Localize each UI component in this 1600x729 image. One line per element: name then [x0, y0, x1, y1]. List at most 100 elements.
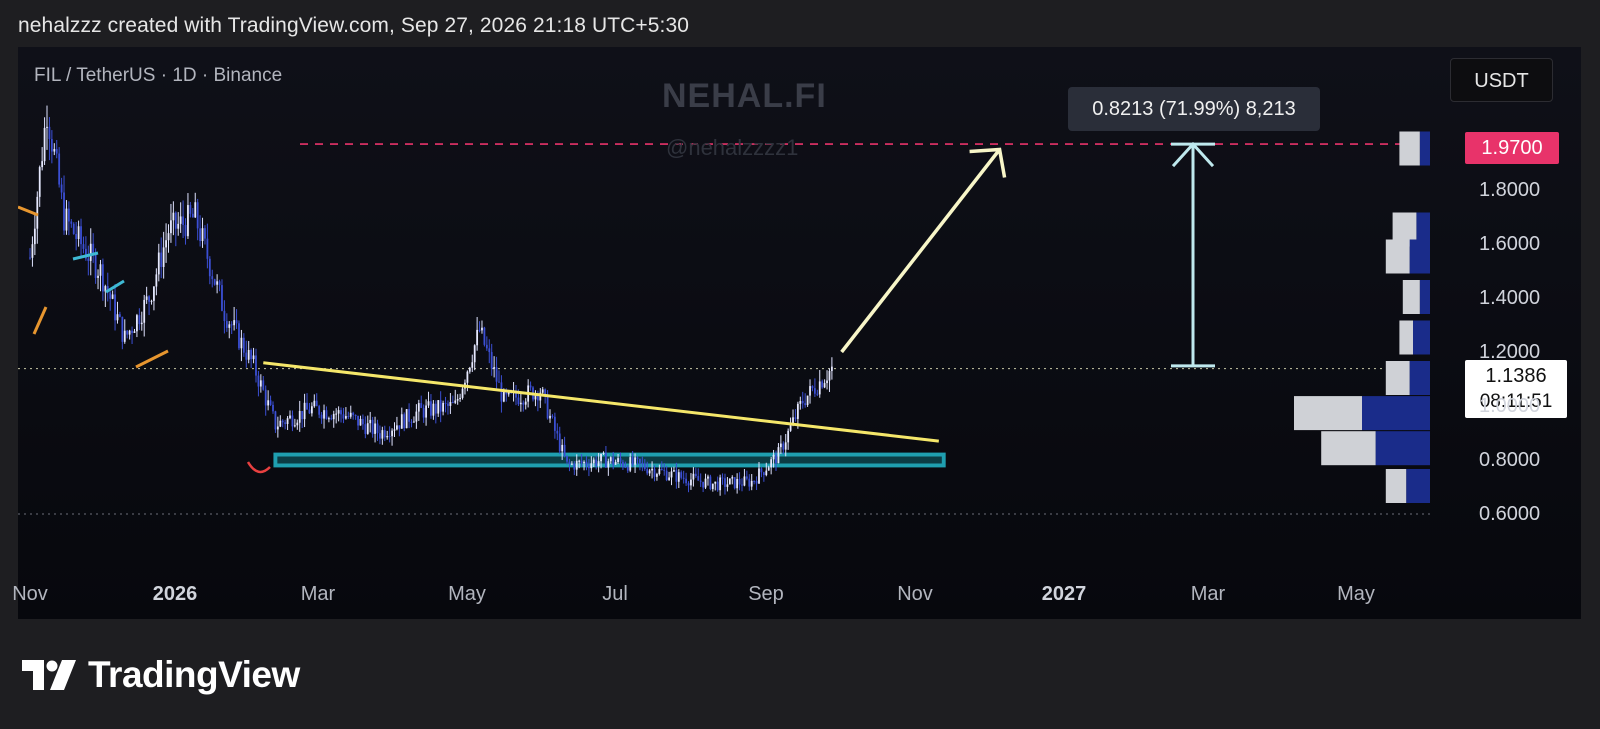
- candle-body: [323, 410, 325, 419]
- candle-body: [87, 258, 90, 261]
- volume-profile-bar-down: [1419, 131, 1430, 166]
- footer-brand: TradingView: [88, 654, 300, 695]
- candle-body: [524, 401, 527, 405]
- candle-body: [636, 457, 639, 459]
- candle-body: [172, 212, 175, 221]
- volume-profile-bar-up: [1402, 280, 1420, 314]
- time-axis-label[interactable]: Mar: [301, 583, 335, 606]
- candle-body: [719, 477, 722, 491]
- candle-body: [799, 401, 802, 404]
- candle-body: [72, 223, 75, 234]
- candle-body: [162, 247, 165, 267]
- candle-body: [308, 409, 311, 414]
- candle-body: [755, 481, 758, 484]
- candle-body: [174, 212, 177, 229]
- candle-body: [809, 386, 811, 396]
- candle-body: [558, 433, 561, 452]
- candle-body: [357, 415, 359, 426]
- candle-body: [451, 402, 454, 404]
- price-axis-label[interactable]: 0.8000: [1479, 449, 1540, 472]
- candle-body: [714, 481, 717, 484]
- price-axis-label[interactable]: 1.0000: [1479, 395, 1540, 418]
- candle-body: [670, 471, 673, 478]
- tradingview-logo[interactable]: TradingView: [22, 654, 300, 695]
- candle-body: [653, 468, 656, 477]
- price-axis-label[interactable]: 0.6000: [1479, 503, 1540, 526]
- candle-body: [240, 337, 243, 349]
- candle-body: [726, 484, 729, 487]
- candle-body: [488, 348, 491, 353]
- candle-body: [128, 330, 131, 335]
- candle-body: [590, 463, 593, 469]
- candle-body: [750, 480, 753, 487]
- currency-button[interactable]: USDT: [1450, 58, 1553, 102]
- candle-body: [709, 476, 712, 490]
- price-chart[interactable]: [18, 47, 1581, 619]
- candle-body: [398, 425, 401, 429]
- candle-body: [133, 331, 136, 333]
- candle-body: [36, 196, 39, 229]
- candle-body: [298, 410, 301, 423]
- candle-body: [279, 420, 282, 427]
- time-axis-label[interactable]: Jul: [602, 583, 628, 606]
- candle-body: [716, 481, 719, 491]
- candle-body: [663, 469, 666, 471]
- price-axis-label[interactable]: 1.4000: [1479, 287, 1540, 310]
- candle-body: [493, 367, 496, 369]
- candle-body: [247, 350, 250, 360]
- candle-body: [58, 153, 61, 185]
- candle-body: [184, 224, 187, 237]
- time-axis-label[interactable]: May: [448, 583, 486, 606]
- candle-body: [702, 481, 705, 488]
- candle-body: [673, 470, 675, 472]
- price-axis-label[interactable]: 1.8000: [1479, 179, 1540, 202]
- price-axis-label[interactable]: 1.2000: [1479, 341, 1540, 364]
- candle-body: [267, 400, 270, 406]
- time-axis-label[interactable]: May: [1337, 583, 1375, 606]
- time-axis-label[interactable]: 2026: [153, 583, 198, 606]
- candle-body: [553, 416, 556, 431]
- candle-body: [145, 296, 148, 300]
- candle-body: [796, 403, 799, 419]
- candle-body: [349, 412, 352, 417]
- candle-body: [221, 285, 223, 311]
- tradingview-logo-icon: [22, 660, 76, 690]
- price-axis-label[interactable]: 1.6000: [1479, 233, 1540, 256]
- candle-body: [296, 422, 299, 426]
- time-axis-label[interactable]: Nov: [897, 583, 933, 606]
- swing-marker: [18, 205, 39, 217]
- candle-body: [568, 461, 571, 464]
- candle-body: [77, 226, 80, 239]
- candle-body: [230, 324, 233, 326]
- candle-body: [420, 403, 423, 408]
- candle-body: [770, 459, 773, 468]
- candle-body: [306, 402, 308, 410]
- candle-body: [123, 330, 126, 342]
- candle-body: [772, 454, 775, 460]
- chart-panel[interactable]: FIL / TetherUS · 1D · Binance NEHAL.FI @…: [18, 47, 1581, 619]
- time-axis-label[interactable]: 2027: [1042, 583, 1087, 606]
- candle-body: [607, 461, 610, 468]
- candle-body: [29, 257, 31, 259]
- candle-body: [82, 244, 85, 249]
- candle-body: [430, 401, 432, 416]
- candle-body: [685, 478, 687, 484]
- candle-body: [165, 240, 167, 248]
- candle-body: [391, 430, 393, 437]
- candle-body: [651, 468, 653, 471]
- symbol-label[interactable]: FIL / TetherUS · 1D · Binance: [34, 65, 282, 87]
- time-axis-label[interactable]: Sep: [748, 583, 784, 606]
- candle-body: [310, 406, 313, 414]
- volume-profile-bar-up: [1385, 361, 1410, 395]
- time-axis-label[interactable]: Nov: [12, 583, 48, 606]
- candle-body: [272, 404, 274, 412]
- time-axis-label[interactable]: Mar: [1191, 583, 1225, 606]
- candle-body: [680, 472, 683, 478]
- candle-body: [694, 473, 697, 477]
- candle-body: [206, 238, 209, 259]
- candle-body: [301, 410, 304, 420]
- candle-body: [629, 457, 632, 471]
- swing-marker: [135, 349, 169, 369]
- candle-body: [468, 367, 471, 372]
- candle-body: [320, 414, 323, 419]
